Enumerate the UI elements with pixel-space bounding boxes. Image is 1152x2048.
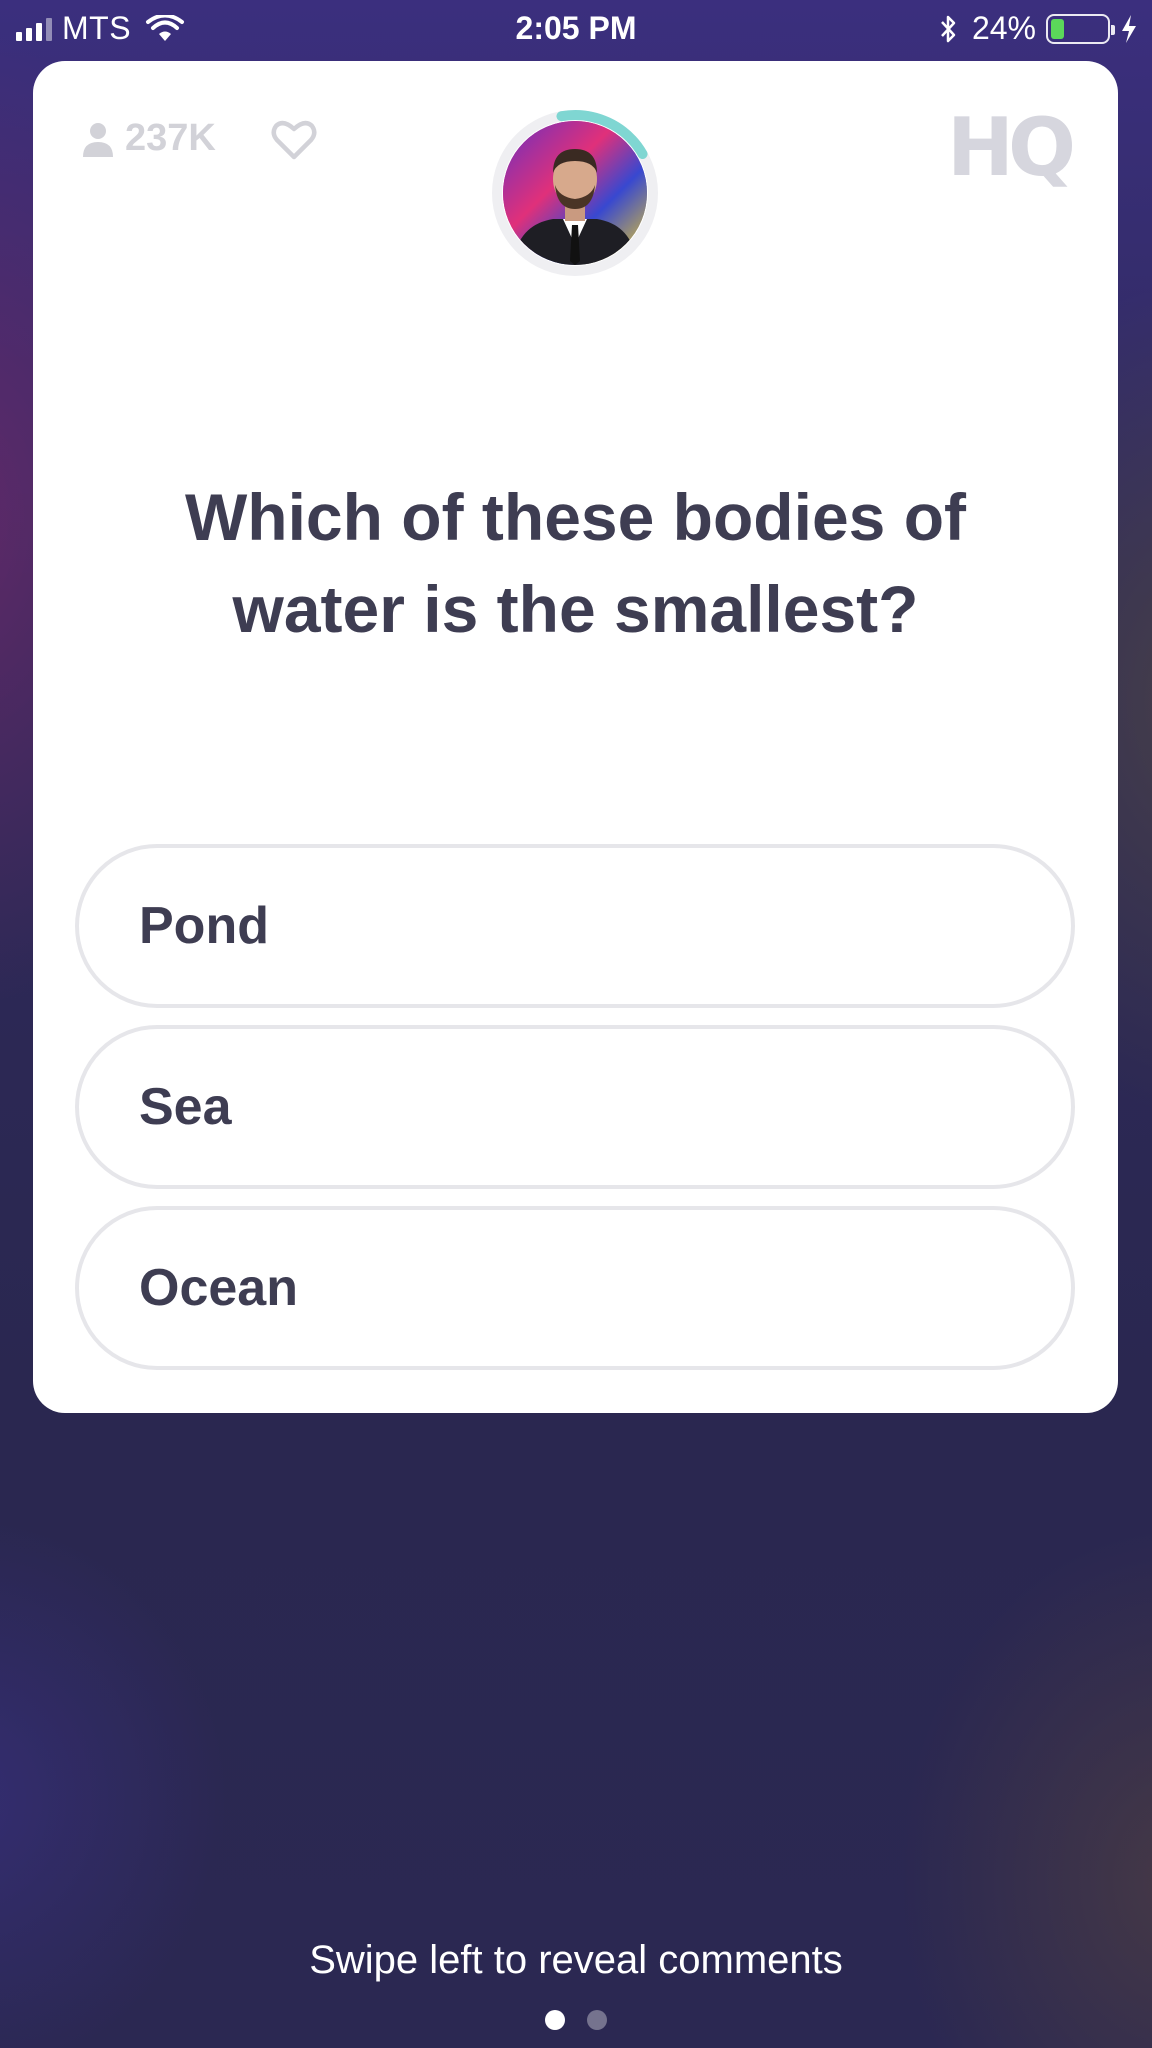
heart-icon[interactable] <box>271 119 317 161</box>
answer-option-2[interactable]: Sea <box>75 1025 1075 1189</box>
avatar <box>503 121 647 265</box>
viewer-count: 237K <box>81 117 216 160</box>
page-indicator[interactable] <box>0 2010 1152 2030</box>
answer-option-1[interactable]: Pond <box>75 844 1075 1008</box>
charging-bolt-icon <box>1122 14 1136 43</box>
bluetooth-icon <box>941 15 956 42</box>
host-avatar-timer <box>490 108 660 278</box>
battery-fill <box>1051 18 1064 39</box>
answer-option-3[interactable]: Ocean <box>75 1206 1075 1370</box>
question-text: Which of these bodies of water is the sm… <box>184 480 966 646</box>
host-portrait <box>503 121 647 265</box>
battery-percent: 24% <box>971 10 1036 46</box>
viewer-count-label: 237K <box>125 117 216 159</box>
battery-icon <box>1046 13 1115 44</box>
hq-logo: HQ <box>947 101 1076 194</box>
swipe-hint: Swipe left to reveal comments <box>309 1938 843 1982</box>
status-right: 24% <box>938 10 1138 47</box>
status-bar: MTS 2:05 PM 24% <box>0 0 1152 58</box>
page-dot-2[interactable] <box>587 2010 607 2030</box>
person-icon <box>83 122 113 157</box>
question-card: 237K HQ Which of these bodies of water i… <box>33 61 1118 1413</box>
page-dot-1[interactable] <box>545 2010 565 2030</box>
